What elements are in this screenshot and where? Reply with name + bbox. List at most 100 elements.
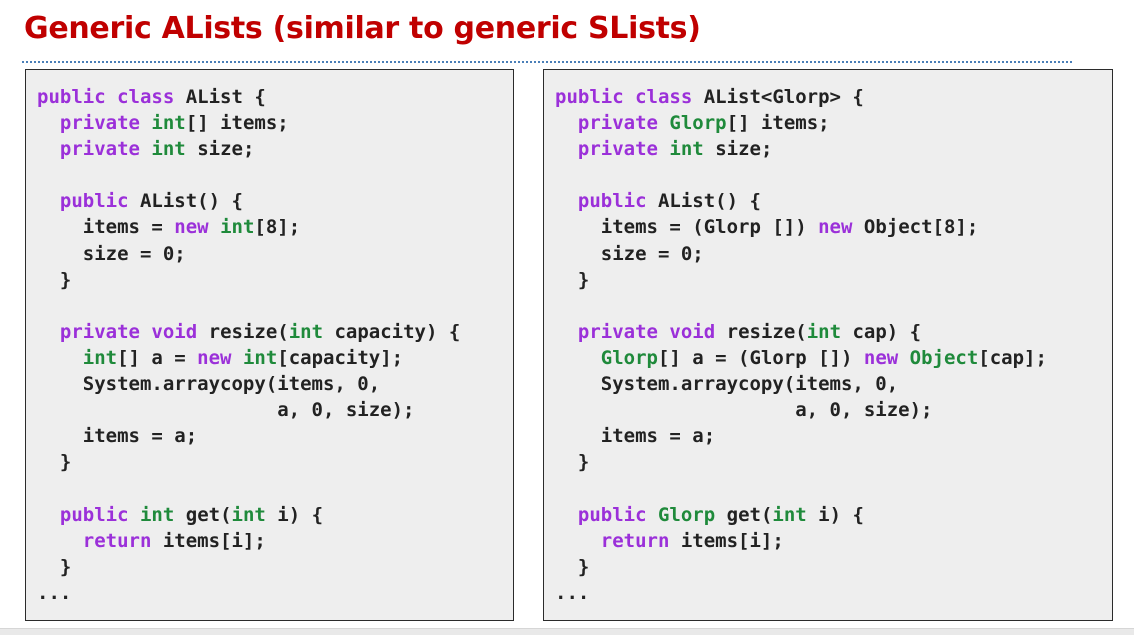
code-line: private void resize(int capacity) { <box>37 319 460 345</box>
code-block-alist: public class AList { private int[] items… <box>37 84 460 606</box>
slide-title: Generic ALists (similar to generic SList… <box>24 11 701 46</box>
code-text: i) { <box>265 503 324 526</box>
code-type: Glorp <box>600 346 658 369</box>
code-panel-left: public class AList { private int[] items… <box>25 69 514 621</box>
code-type: int <box>151 112 186 135</box>
code-panel-right: public class AList<Glorp> { private Glor… <box>543 69 1113 621</box>
code-type: Object <box>909 346 979 369</box>
code-line: System.arraycopy(items, 0, <box>37 371 460 397</box>
code-line: a, 0, size); <box>37 397 460 423</box>
code-text: items = (Glorp []) <box>555 216 819 239</box>
code-line: items = new int[8]; <box>37 214 460 240</box>
code-line: ... <box>37 580 460 606</box>
code-keyword: private <box>577 112 658 135</box>
code-line: size = 0; <box>37 241 460 267</box>
code-type: int <box>288 320 324 343</box>
code-text: [capacity]; <box>277 346 404 369</box>
code-text: [] a = (Glorp []) <box>657 346 864 369</box>
code-line: public AList() { <box>37 188 460 214</box>
code-text: get( <box>174 503 232 526</box>
code-text: System.arraycopy(items, 0, <box>37 373 381 396</box>
code-keyword: public <box>577 503 647 526</box>
code-text: items = a; <box>555 425 716 448</box>
code-line: } <box>37 554 460 580</box>
code-text: } <box>37 268 72 291</box>
code-keyword: public class <box>555 86 693 108</box>
code-text: } <box>555 268 590 291</box>
code-text: items[i]; <box>151 529 266 552</box>
code-text: [] items; <box>185 112 289 135</box>
code-text: a, 0, size); <box>37 399 415 422</box>
code-block-generic-alist: public class AList<Glorp> { private Glor… <box>555 84 1047 606</box>
code-keyword: public class <box>37 86 175 108</box>
code-line: public Glorp get(int i) { <box>555 502 1047 528</box>
code-type: int <box>806 320 842 343</box>
code-line: } <box>37 449 460 475</box>
code-keyword: private <box>577 320 658 343</box>
code-text: ... <box>37 581 72 604</box>
code-line: public class AList { <box>37 84 460 110</box>
code-type: int <box>669 138 704 161</box>
code-text: items[i]; <box>669 529 784 552</box>
code-line: return items[i]; <box>555 528 1047 554</box>
code-line: Glorp[] a = (Glorp []) new Object[cap]; <box>555 345 1047 371</box>
code-type: Glorp <box>657 503 716 526</box>
code-text: } <box>37 555 72 578</box>
code-text: size = 0; <box>555 242 704 265</box>
code-keyword: public <box>59 190 129 213</box>
code-line: int[] a = new int[capacity]; <box>37 345 460 371</box>
code-line: private int[] items; <box>37 110 460 136</box>
code-text: AList<Glorp> { <box>692 86 864 108</box>
code-line: return items[i]; <box>37 528 460 554</box>
code-line: public AList() { <box>555 188 1047 214</box>
code-line: private Glorp[] items; <box>555 110 1047 136</box>
code-line: } <box>555 554 1047 580</box>
code-keyword: new <box>197 346 232 369</box>
code-text: AList() { <box>128 190 243 213</box>
code-keyword: return <box>600 529 670 552</box>
code-line: items = a; <box>555 423 1047 449</box>
title-divider <box>22 61 1072 63</box>
code-type: int <box>772 503 807 526</box>
code-keyword: private <box>59 138 140 161</box>
code-line: items = (Glorp []) new Object[8]; <box>555 214 1047 240</box>
code-keyword: public <box>59 503 129 526</box>
code-text: [8]; <box>254 216 301 239</box>
code-line: private int size; <box>37 136 460 162</box>
code-text: cap) { <box>841 320 922 343</box>
code-keyword: new <box>863 346 899 369</box>
code-text: items = <box>37 216 175 239</box>
code-text: [] a = <box>117 346 198 369</box>
code-text: resize( <box>715 320 807 343</box>
code-keyword: void <box>151 320 198 343</box>
code-text: [cap]; <box>978 346 1047 369</box>
code-keyword: void <box>669 320 716 343</box>
code-text: ... <box>555 581 590 604</box>
code-keyword: new <box>174 216 209 239</box>
code-text: size; <box>185 138 255 161</box>
code-line: } <box>555 449 1047 475</box>
code-line: items = a; <box>37 423 460 449</box>
